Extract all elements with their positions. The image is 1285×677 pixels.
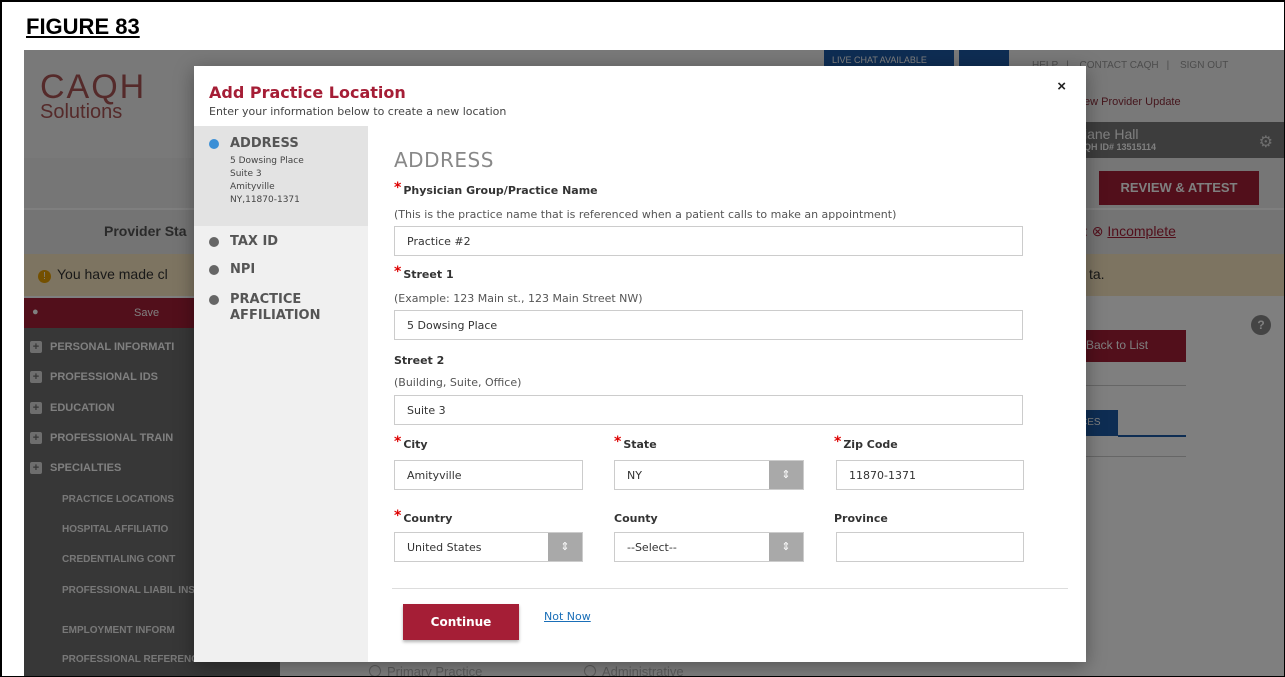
not-now-link[interactable]: Not Now: [544, 610, 591, 623]
app-window: CAQH Solutions LIVE CHAT AVAILABLE HELP|…: [24, 50, 1284, 676]
step-label: ADDRESS: [230, 136, 299, 151]
practice-name-label: * Physician Group/Practice Name: [394, 180, 598, 198]
modal-title: Add Practice Location: [209, 83, 406, 102]
chevron-updown-icon: ⇕: [769, 461, 803, 489]
address-line: 5 Dowsing Place: [230, 156, 304, 166]
step-practice-affiliation[interactable]: PRACTICE AFFILIATION: [209, 292, 340, 324]
state-value: NY: [627, 469, 642, 482]
address-line: NY,11870-1371: [230, 195, 300, 205]
required-marker: *: [394, 434, 402, 450]
practice-name-hint: (This is the practice name that is refer…: [394, 208, 897, 221]
chevron-updown-icon: ⇕: [548, 533, 582, 561]
figure-frame: FIGURE 83 CAQH Solutions LIVE CHAT AVAIL…: [0, 0, 1285, 677]
step-label: TAX ID: [230, 234, 279, 249]
required-marker: *: [394, 180, 402, 196]
close-icon[interactable]: ×: [1057, 78, 1066, 95]
figure-title: FIGURE 83: [26, 14, 140, 39]
label-text: Country: [403, 512, 453, 525]
step-list: ADDRESS 5 Dowsing Place Suite 3 Amityvil…: [194, 126, 368, 662]
continue-button[interactable]: Continue: [403, 604, 519, 640]
street1-hint: (Example: 123 Main st., 123 Main Street …: [394, 292, 643, 305]
label-text: City: [403, 438, 428, 451]
step-address[interactable]: ADDRESS 5 Dowsing Place Suite 3 Amityvil…: [209, 136, 304, 207]
required-marker: *: [394, 264, 402, 280]
street2-label: Street 2: [394, 354, 445, 367]
state-label: * State: [614, 434, 657, 452]
step-dot-icon: [209, 265, 219, 275]
section-title: ADDRESS: [394, 148, 494, 172]
city-label: * City: [394, 434, 428, 452]
add-practice-location-modal: Add Practice Location Enter your informa…: [194, 66, 1086, 662]
street2-hint: (Building, Suite, Office): [394, 376, 522, 389]
zip-label: * Zip Code: [834, 434, 898, 452]
practice-name-input[interactable]: Practice #2: [394, 226, 1023, 256]
county-label: County: [614, 512, 658, 525]
chevron-updown-icon: ⇕: [769, 533, 803, 561]
step-address-summary: 5 Dowsing Place Suite 3 Amityville NY,11…: [230, 155, 304, 207]
county-value: --Select--: [627, 541, 677, 554]
zip-input[interactable]: 11870-1371: [836, 460, 1024, 490]
required-marker: *: [834, 434, 842, 450]
step-dot-icon: [209, 139, 219, 149]
step-dot-icon: [209, 237, 219, 247]
step-npi[interactable]: NPI: [209, 262, 255, 278]
step-label: PRACTICE AFFILIATION: [230, 292, 321, 323]
required-marker: *: [614, 434, 622, 450]
province-label: Province: [834, 512, 888, 525]
form-divider: [392, 588, 1068, 589]
country-label: * Country: [394, 508, 453, 526]
step-dot-icon: [209, 295, 219, 305]
country-value: United States: [407, 541, 482, 554]
step-label: NPI: [230, 262, 256, 277]
required-marker: *: [394, 508, 402, 524]
label-text: Zip Code: [843, 438, 898, 451]
country-select[interactable]: United States ⇕: [394, 532, 583, 562]
county-select[interactable]: --Select-- ⇕: [614, 532, 804, 562]
street2-input[interactable]: Suite 3: [394, 395, 1023, 425]
address-line: Suite 3: [230, 169, 262, 179]
label-text: Street 1: [403, 268, 454, 281]
province-input[interactable]: [836, 532, 1024, 562]
street1-label: * Street 1: [394, 264, 454, 282]
state-select[interactable]: NY ⇕: [614, 460, 804, 490]
address-line: Amityville: [230, 182, 275, 192]
modal-subtitle: Enter your information below to create a…: [209, 105, 507, 118]
label-text: State: [623, 438, 657, 451]
street1-input[interactable]: 5 Dowsing Place: [394, 310, 1023, 340]
step-tax-id[interactable]: TAX ID: [209, 234, 278, 250]
city-input[interactable]: Amityville: [394, 460, 583, 490]
label-text: Physician Group/Practice Name: [403, 184, 598, 197]
